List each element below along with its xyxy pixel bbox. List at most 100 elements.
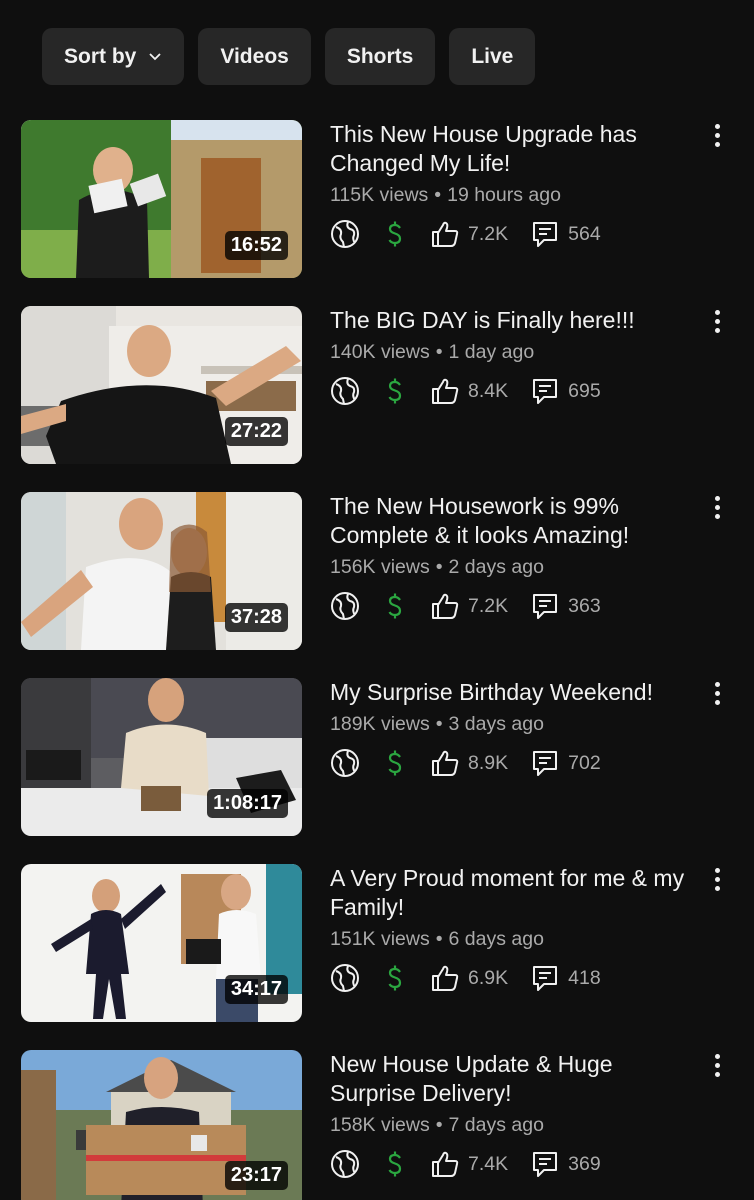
view-count: 156K views [330, 556, 430, 578]
dollar-icon [388, 750, 402, 776]
video-thumbnail[interactable]: 1:08:17 [21, 678, 302, 836]
shorts-chip-label: Shorts [346, 44, 414, 68]
globe-icon [331, 749, 359, 777]
video-meta: 158K views • 7 days ago [330, 1114, 544, 1136]
view-count: 115K views [330, 184, 429, 206]
video-info: A Very Proud moment for me & my Family! … [330, 864, 690, 993]
video-meta: 140K views • 1 day ago [330, 341, 535, 363]
video-meta: 115K views • 19 hours ago [330, 184, 561, 206]
video-title[interactable]: This New House Upgrade has Changed My Li… [330, 120, 690, 178]
view-count: 140K views [330, 341, 430, 363]
video-title[interactable]: The BIG DAY is Finally here!!! [330, 306, 690, 335]
filter-chips: Sort by Videos Shorts Live [42, 28, 536, 85]
comment-count: 564 [568, 222, 601, 245]
video-title[interactable]: New House Update & Huge Surprise Deliver… [330, 1050, 690, 1108]
upload-age: 19 hours ago [447, 184, 561, 206]
comment-icon [533, 222, 558, 247]
like-count: 7.2K [468, 594, 509, 617]
comment-count: 695 [568, 379, 601, 402]
upload-age: 2 days ago [448, 556, 544, 578]
thumbs-up-icon [432, 378, 459, 404]
video-info: My Surprise Birthday Weekend! 189K views… [330, 678, 690, 778]
video-info: New House Update & Huge Surprise Deliver… [330, 1050, 690, 1179]
videos-chip-label: Videos [220, 44, 289, 68]
video-stats: 8.9K 702 [330, 748, 690, 778]
video-duration: 37:28 [224, 603, 288, 632]
video-title[interactable]: A Very Proud moment for me & my Family! [330, 864, 690, 922]
video-row: 27:22 The BIG DAY is Finally here!!! 140… [21, 306, 733, 464]
shorts-chip[interactable]: Shorts [324, 28, 436, 85]
comment-icon [533, 594, 558, 619]
upload-age: 6 days ago [448, 928, 544, 950]
video-stats: 7.2K 564 [330, 219, 690, 249]
more-vert-icon[interactable] [707, 124, 727, 152]
more-vert-icon[interactable] [707, 682, 727, 710]
video-stats: 6.9K 418 [330, 963, 690, 993]
globe-icon [331, 964, 359, 992]
video-thumbnail[interactable]: 27:22 [21, 306, 302, 464]
thumbs-up-icon [432, 221, 459, 247]
more-vert-icon[interactable] [707, 868, 727, 896]
video-title[interactable]: My Surprise Birthday Weekend! [330, 678, 690, 707]
view-count: 158K views [330, 1114, 430, 1136]
like-count: 6.9K [468, 966, 509, 989]
video-thumbnail[interactable]: 23:17 [21, 1050, 302, 1200]
comment-count: 369 [568, 1152, 601, 1175]
view-count: 189K views [330, 713, 430, 735]
video-duration: 27:22 [224, 417, 288, 446]
videos-chip[interactable]: Videos [198, 28, 311, 85]
video-duration: 1:08:17 [207, 789, 288, 818]
dollar-icon [388, 221, 402, 247]
video-stats: 8.4K 695 [330, 376, 690, 406]
video-info: The New Housework is 99% Complete & it l… [330, 492, 690, 621]
video-row: 34:17 A Very Proud moment for me & my Fa… [21, 864, 733, 1022]
video-meta: 189K views • 3 days ago [330, 713, 544, 735]
thumbs-up-icon [432, 750, 459, 776]
thumbs-up-icon [432, 1151, 459, 1177]
video-meta: 151K views • 6 days ago [330, 928, 544, 950]
video-row: 37:28 The New Housework is 99% Complete … [21, 492, 733, 650]
thumbs-up-icon [432, 593, 459, 619]
globe-icon [331, 1150, 359, 1178]
video-row: 1:08:17 My Surprise Birthday Weekend! 18… [21, 678, 733, 836]
comment-icon [533, 966, 558, 991]
globe-icon [331, 377, 359, 405]
video-row: 23:17 New House Update & Huge Surprise D… [21, 1050, 733, 1200]
upload-age: 7 days ago [448, 1114, 544, 1136]
more-vert-icon[interactable] [707, 1054, 727, 1082]
view-count: 151K views [330, 928, 430, 950]
dollar-icon [388, 593, 402, 619]
video-duration: 23:17 [224, 1161, 288, 1190]
comment-icon [533, 751, 558, 776]
comment-count: 418 [568, 966, 601, 989]
like-count: 8.4K [468, 379, 509, 402]
like-count: 7.2K [468, 222, 509, 245]
globe-icon [331, 592, 359, 620]
video-meta: 156K views • 2 days ago [330, 556, 544, 578]
sort-by-label: Sort by [64, 44, 137, 68]
comment-count: 702 [568, 751, 601, 774]
thumbs-up-icon [432, 965, 459, 991]
video-info: This New House Upgrade has Changed My Li… [330, 120, 690, 249]
upload-age: 3 days ago [448, 713, 544, 735]
like-count: 8.9K [468, 751, 509, 774]
video-duration: 16:52 [224, 231, 288, 260]
like-count: 7.4K [468, 1152, 509, 1175]
video-thumbnail[interactable]: 37:28 [21, 492, 302, 650]
upload-age: 1 day ago [448, 341, 535, 363]
sort-by-button[interactable]: Sort by [42, 28, 185, 85]
dollar-icon [388, 378, 402, 404]
more-vert-icon[interactable] [707, 310, 727, 338]
live-chip[interactable]: Live [449, 28, 536, 85]
comment-count: 363 [568, 594, 601, 617]
dollar-icon [388, 1151, 402, 1177]
video-thumbnail[interactable]: 16:52 [21, 120, 302, 278]
video-row: 16:52 This New House Upgrade has Changed… [21, 120, 733, 278]
globe-icon [331, 220, 359, 248]
video-thumbnail[interactable]: 34:17 [21, 864, 302, 1022]
more-vert-icon[interactable] [707, 496, 727, 524]
comment-icon [533, 1152, 558, 1177]
video-duration: 34:17 [224, 975, 288, 1004]
video-title[interactable]: The New Housework is 99% Complete & it l… [330, 492, 690, 550]
chevron-down-icon [149, 52, 161, 60]
